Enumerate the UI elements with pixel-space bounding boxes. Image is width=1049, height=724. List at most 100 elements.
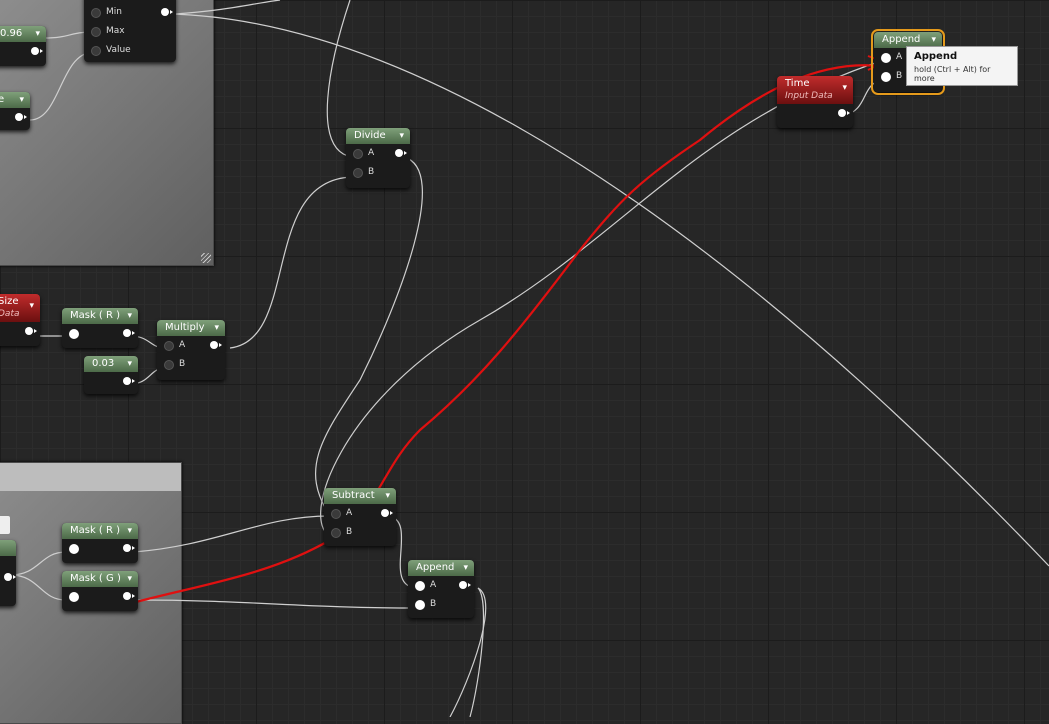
pin-icon[interactable] [415,600,425,610]
node-header[interactable]: Subtract ▾ [324,488,396,504]
pin-label: B [179,359,186,369]
pin-icon[interactable] [331,528,341,538]
partial-node[interactable] [0,540,16,606]
pin-label: A [179,340,186,350]
output-pin-icon[interactable] [161,8,173,16]
append-bottom-pin-b[interactable]: B [408,595,474,614]
pin-label: Min [106,7,122,17]
pin-icon[interactable] [164,360,174,370]
multiply-node[interactable]: Multiply ▾ A B [157,320,225,380]
clamp-pin-value[interactable]: Value [84,41,176,60]
mask-r-node[interactable]: Mask ( R ) ▾ [62,523,138,563]
time-param-node[interactable]: Time Input Data ▾ [777,76,853,128]
node-header[interactable]: 0.96 ▾ [0,26,46,42]
output-pin-icon[interactable] [210,341,222,349]
output-pin-icon[interactable] [838,109,850,117]
node-header[interactable]: Time Input Data ▾ [777,76,853,104]
node-header[interactable] [0,540,16,556]
pin-icon[interactable] [353,168,363,178]
output-pin-icon[interactable] [4,573,16,581]
chevron-down-icon[interactable]: ▾ [399,128,404,144]
wire [9,574,67,601]
pin-icon[interactable] [331,509,341,519]
chevron-down-icon[interactable]: ▾ [842,82,847,94]
node-header[interactable]: e ▾ [0,92,30,108]
chevron-down-icon[interactable]: ▾ [35,26,40,42]
node-title: Mask ( R ) [70,525,121,536]
pin-icon[interactable] [91,8,101,18]
constant-node[interactable]: 0.96 ▾ [0,26,46,66]
divide-pin-a[interactable]: A [346,144,410,163]
subtract-pin-a[interactable]: A [324,504,396,523]
divide-pin-b[interactable]: B [346,163,410,182]
pin-row [62,539,138,558]
output-pin-icon[interactable] [31,47,43,55]
pin-label: A [346,508,353,518]
node-header[interactable]: Mask ( R ) ▾ [62,308,138,324]
tooltip-hint: hold (Ctrl + Alt) for more [914,65,991,83]
constant-node[interactable]: 0.03 ▾ [84,356,138,394]
pin-icon[interactable] [69,329,79,339]
chevron-down-icon[interactable]: ▾ [463,560,468,576]
pin-icon[interactable] [91,46,101,56]
node-header[interactable]: Mask ( R ) ▾ [62,523,138,539]
node-title: e [0,94,5,105]
subtract-pin-b[interactable]: B [324,523,396,542]
tooltip-title: Append [914,51,958,62]
mask-r-node[interactable]: Mask ( R ) ▾ [62,308,138,348]
node-header[interactable]: Size Data ▾ [0,294,40,322]
divide-node[interactable]: Divide ▾ A B [346,128,410,188]
output-pin-icon[interactable] [123,544,135,552]
node-title: Divide [354,130,386,141]
output-pin-icon[interactable] [123,329,135,337]
append-node-bottom[interactable]: Append ▾ A B [408,560,474,618]
pin-icon[interactable] [881,53,891,63]
chevron-down-icon[interactable]: ▾ [127,571,132,587]
chevron-down-icon[interactable]: ▾ [127,308,132,324]
pin-icon[interactable] [353,149,363,159]
output-pin-icon[interactable] [25,327,37,335]
output-pin-icon[interactable] [15,113,27,121]
chevron-down-icon[interactable]: ▾ [127,523,132,539]
node-header[interactable]: Multiply ▾ [157,320,225,336]
node-title: Append [416,562,455,573]
output-pin-icon[interactable] [123,592,135,600]
pin-icon[interactable] [69,544,79,554]
wire [133,599,419,609]
chevron-down-icon[interactable]: ▾ [385,488,390,504]
output-pin-icon[interactable] [123,377,135,385]
node-header[interactable]: Divide ▾ [346,128,410,144]
pin-row [62,587,138,606]
node-header[interactable]: Append ▾ [408,560,474,576]
clamp-node[interactable]: Min Max Value [84,0,176,62]
pin-label: A [896,52,903,62]
pin-row [62,324,138,343]
multiply-pin-b[interactable]: B [157,355,225,374]
chevron-down-icon[interactable]: ▾ [29,300,34,312]
constant-node[interactable]: e ▾ [0,92,30,130]
pin-icon[interactable] [69,592,79,602]
output-pin-icon[interactable] [395,149,407,157]
wire [315,156,423,517]
pin-icon[interactable] [91,27,101,37]
output-pin-icon[interactable] [381,509,393,517]
node-title: 0.03 [92,358,115,369]
pin-icon[interactable] [881,72,891,82]
output-pin-icon[interactable] [459,581,471,589]
size-param-node[interactable]: Size Data ▾ [0,294,40,346]
wire [169,13,1049,567]
chevron-down-icon[interactable]: ▾ [214,320,219,336]
chevron-down-icon[interactable]: ▾ [127,356,132,372]
node-header[interactable]: 0.03 ▾ [84,356,138,372]
chevron-down-icon[interactable]: ▾ [19,92,24,108]
node-header[interactable]: Mask ( G ) ▾ [62,571,138,587]
pin-icon[interactable] [164,341,174,351]
wire [9,551,67,576]
multiply-pin-a[interactable]: A [157,336,225,355]
clamp-pin-min[interactable]: Min [84,3,176,22]
subtract-node[interactable]: Subtract ▾ A B [324,488,396,546]
mask-g-node[interactable]: Mask ( G ) ▾ [62,571,138,611]
clamp-pin-max[interactable]: Max [84,22,176,41]
append-bottom-pin-a[interactable]: A [408,576,474,595]
pin-icon[interactable] [415,581,425,591]
